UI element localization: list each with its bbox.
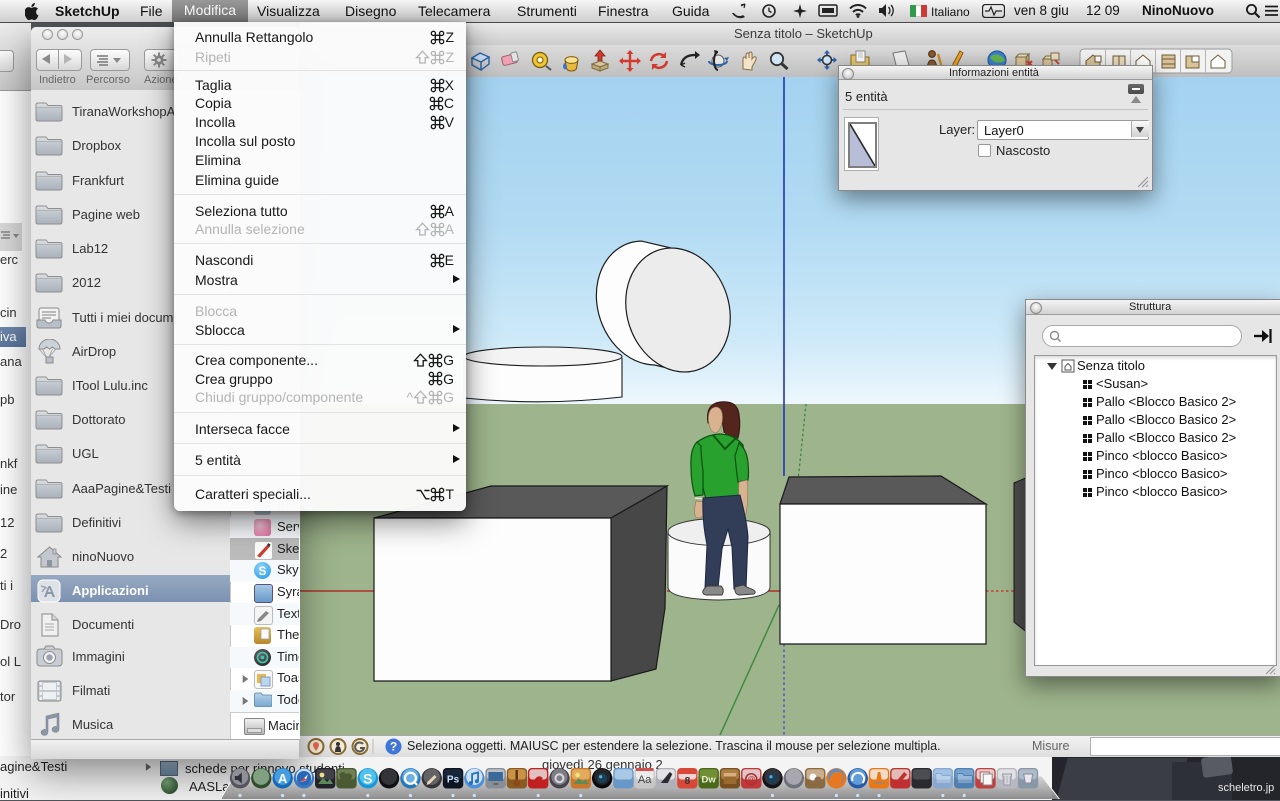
- svg-text:8: 8: [685, 776, 691, 787]
- svg-text:Ps: Ps: [447, 775, 460, 786]
- svg-text:S: S: [258, 564, 266, 578]
- svg-text:S: S: [363, 771, 372, 787]
- svg-text:?: ?: [390, 740, 397, 754]
- svg-text:A: A: [278, 771, 288, 786]
- svg-text:Dw: Dw: [702, 775, 717, 786]
- svg-text:Aa: Aa: [638, 774, 652, 786]
- svg-text:@: @: [747, 775, 755, 784]
